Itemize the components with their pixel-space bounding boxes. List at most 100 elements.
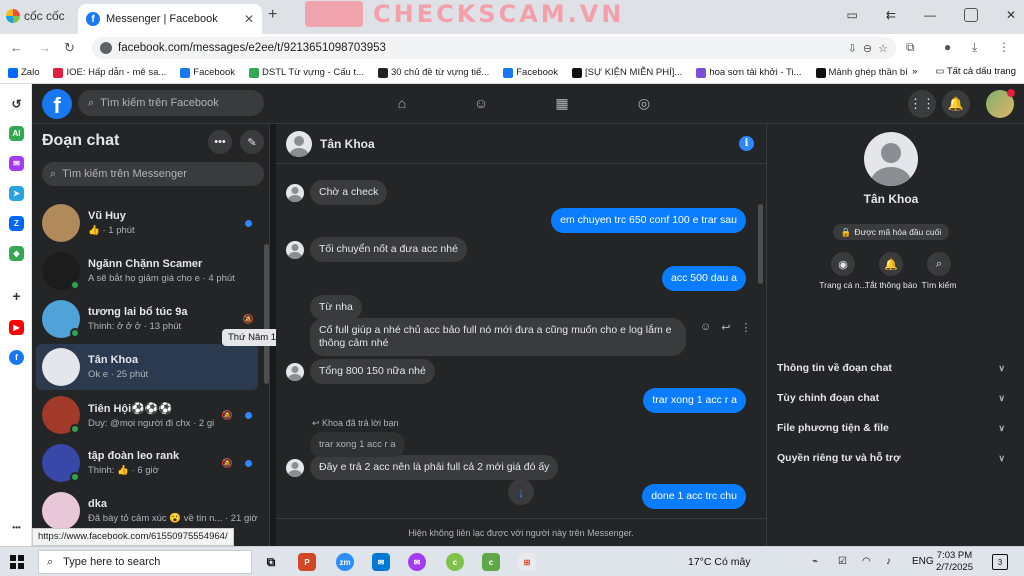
back-arrow-icon[interactable]: ←: [10, 40, 23, 55]
network-icon[interactable]: ⌁: [812, 556, 818, 567]
groups-icon[interactable]: ◎: [633, 93, 655, 113]
message-bubble-out[interactable]: done 1 acc trc chu: [642, 484, 746, 509]
site-info-icon[interactable]: [100, 42, 112, 54]
messenger-taskbar-icon[interactable]: ✉: [408, 553, 426, 571]
conversation-item[interactable]: tập đoàn leo rank Thinh: 👍 · 6 giờ 🔕: [36, 440, 258, 486]
friends-icon[interactable]: ☺: [470, 93, 492, 113]
app-icon[interactable]: ⊞: [518, 553, 536, 571]
message-bubble-in[interactable]: Đây e trả 2 acc nên là phải full cả 2 mớ…: [310, 455, 559, 480]
more-options-icon[interactable]: •••: [208, 130, 232, 154]
sender-avatar[interactable]: [286, 184, 304, 202]
chat-list-scrollbar[interactable]: [264, 244, 269, 384]
section-privacy-support[interactable]: Quyền riêng tư và hỗ trợ ∨: [777, 447, 1005, 469]
section-media-files[interactable]: File phương tiện & file ∨: [777, 417, 1005, 439]
message-bubble-in[interactable]: Tổng 800 150 nữa nhé: [310, 359, 435, 384]
conversation-item[interactable]: Vũ Huy 👍 · 1 phút: [36, 200, 258, 246]
new-message-icon[interactable]: ✎: [240, 130, 264, 154]
home-icon[interactable]: ⌂: [391, 93, 413, 113]
maximize-button[interactable]: [963, 8, 978, 22]
reply-quote[interactable]: trar xong 1 acc r a: [310, 432, 405, 457]
message-bubble-in[interactable]: Từ nha: [310, 295, 362, 320]
menu-icon[interactable]: ⋮: [998, 40, 1010, 54]
more-vertical-icon[interactable]: ⋮: [740, 321, 751, 334]
close-window-button[interactable]: ✕: [1006, 8, 1016, 22]
new-tab-button[interactable]: +: [268, 6, 277, 24]
search-action[interactable]: ⌕ Tìm kiếm: [909, 252, 969, 290]
all-bookmarks-button[interactable]: ▭ Tất cả dấu trang: [935, 66, 1016, 77]
contact-avatar[interactable]: [286, 130, 312, 157]
conversation-avatar[interactable]: [42, 348, 80, 386]
menu-grid-icon[interactable]: ⋮⋮: [908, 90, 936, 118]
message-bubble-out[interactable]: em chuyen trc 650 conf 100 e trar sau: [551, 208, 746, 233]
youtube-icon[interactable]: ▶: [9, 320, 24, 335]
browser-tab-messenger[interactable]: f Messenger | Facebook ✕: [78, 4, 262, 34]
telegram-icon[interactable]: ➤: [9, 186, 24, 201]
message-bubble-in[interactable]: Tối chuyển nốt a đưa acc nhé: [310, 237, 467, 262]
coccoc-taskbar-icon[interactable]: c: [446, 553, 464, 571]
conversation-item[interactable]: Tân Khoa Ok e · 25 phút: [36, 344, 258, 390]
browser-active-icon[interactable]: c: [482, 553, 500, 571]
zalo-icon[interactable]: Z: [9, 216, 24, 231]
sender-avatar[interactable]: [286, 363, 304, 381]
close-tab-icon[interactable]: ✕: [244, 12, 254, 26]
facebook-logo-icon[interactable]: f: [42, 89, 72, 119]
message-bubble-in[interactable]: Chờ a check: [310, 180, 388, 205]
scroll-down-button[interactable]: ↓: [508, 479, 534, 505]
sender-avatar[interactable]: [286, 241, 304, 259]
reload-icon[interactable]: ↻: [64, 40, 75, 56]
conversation-avatar[interactable]: [42, 396, 80, 434]
history-icon[interactable]: ↺: [9, 96, 24, 111]
taskbar-search[interactable]: ⌕ Type here to search: [38, 550, 252, 574]
wifi-icon[interactable]: ◠: [862, 556, 871, 567]
bookmark-item[interactable]: Facebook: [503, 67, 558, 78]
conversation-scrollbar[interactable]: [758, 204, 763, 284]
mail-icon[interactable]: ✉: [372, 553, 390, 571]
profile-icon[interactable]: ●: [944, 40, 951, 54]
facebook-search[interactable]: ⌕ Tìm kiếm trên Facebook: [78, 90, 264, 116]
conversation-header[interactable]: Tân Khoa: [276, 124, 766, 164]
message-bubble-in[interactable]: Cố full giúp a nhé chủ acc bảo full nó m…: [310, 318, 686, 356]
security-icon[interactable]: ☑: [838, 556, 847, 567]
message-bubble-out[interactable]: trar xong 1 acc r a: [643, 388, 746, 413]
conversation-avatar[interactable]: [42, 204, 80, 242]
contact-large-avatar[interactable]: [864, 132, 918, 186]
extensions-icon[interactable]: ⧉: [906, 40, 915, 55]
bookmark-star-icon[interactable]: ☆: [878, 42, 888, 55]
react-emoji-icon[interactable]: ☺: [700, 321, 711, 334]
back-history-icon[interactable]: ⇇: [886, 8, 896, 22]
bookmark-item[interactable]: IOE: Hấp dẫn - mê sa...: [53, 67, 166, 78]
zoom-icon[interactable]: ⊖: [863, 42, 872, 55]
section-chat-info[interactable]: Thông tin về đoạn chat ∨: [777, 357, 1005, 379]
reply-icon[interactable]: ↩: [721, 321, 730, 334]
conversation-avatar[interactable]: [42, 492, 80, 530]
conversation-item[interactable]: Ngănn Chặnn Scamer A sẽ bắt họ giảm giá c…: [36, 248, 258, 294]
windows-start-icon[interactable]: [10, 555, 24, 569]
bookmark-item[interactable]: [SỰ KIỆN MIỄN PHÍ]...: [571, 67, 682, 78]
forward-arrow-icon[interactable]: →: [38, 40, 51, 55]
install-app-icon[interactable]: ⇩: [848, 42, 857, 55]
add-icon[interactable]: +: [9, 288, 24, 304]
zoom-app-icon[interactable]: zm: [336, 553, 354, 571]
powerpoint-icon[interactable]: P: [298, 553, 316, 571]
browser-brand[interactable]: cốc cốc: [6, 9, 65, 23]
account-avatar[interactable]: [986, 89, 1015, 118]
section-customize-chat[interactable]: Tùy chỉnh đoạn chat ∨: [777, 387, 1005, 409]
conversation-item[interactable]: Tiên Hội⚽⚽⚽ Duy: @mọi người đi chx · 2 gi…: [36, 392, 258, 438]
bookmark-item[interactable]: DSTL Từ vựng - Cấu t...: [249, 67, 364, 78]
bookmark-item[interactable]: Mảnh ghép thần bí: [815, 67, 908, 78]
encryption-badge[interactable]: 🔒 Được mã hóa đầu cuối: [833, 224, 949, 240]
sender-avatar[interactable]: [286, 459, 304, 477]
notification-center-icon[interactable]: 3: [992, 554, 1008, 570]
conversation-avatar[interactable]: [42, 252, 80, 290]
ai-icon[interactable]: AI: [9, 126, 24, 141]
minimize-button[interactable]: —: [924, 8, 936, 22]
task-view-icon[interactable]: ⧉: [262, 553, 280, 571]
bookmark-item[interactable]: Facebook: [180, 67, 235, 78]
facebook-sidebar-icon[interactable]: f: [9, 350, 24, 365]
window-menu-icon[interactable]: ▭: [847, 8, 858, 22]
info-icon[interactable]: i: [739, 136, 754, 151]
notifications-bell-icon[interactable]: 🔔: [942, 90, 970, 118]
url-field[interactable]: facebook.com/messages/e2ee/t/92136510987…: [92, 37, 896, 59]
more-icon[interactable]: •••: [9, 520, 24, 535]
bookmark-item[interactable]: hoa sơn tải khởi - Ti...: [696, 67, 802, 78]
